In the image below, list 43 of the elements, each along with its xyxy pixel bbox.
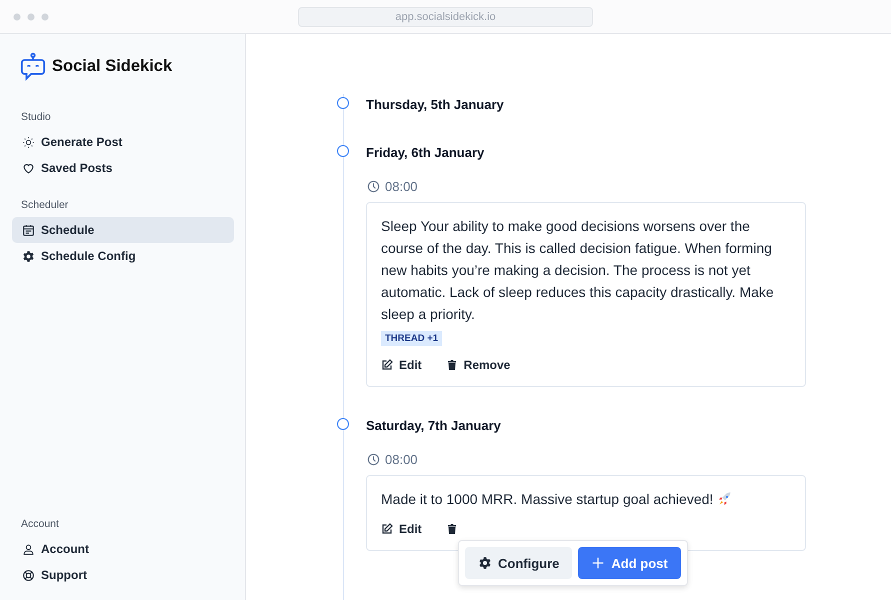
edit-button[interactable]: Edit xyxy=(381,522,422,536)
clock-icon xyxy=(367,453,380,466)
calendar-icon xyxy=(22,224,35,236)
gear-icon xyxy=(22,250,35,262)
section-heading: Account xyxy=(20,518,60,530)
post-time: 08:00 xyxy=(385,179,418,194)
rocket-icon xyxy=(717,491,734,507)
date-heading: Saturday, 7th January xyxy=(366,418,501,432)
trash-icon xyxy=(446,359,458,371)
brand-name: Social Sidekick xyxy=(52,57,172,76)
window-controls-icon xyxy=(13,12,49,20)
edit-icon xyxy=(381,523,393,535)
timeline-dot xyxy=(337,97,349,109)
edit-button[interactable]: Edit xyxy=(381,358,422,372)
sidebar-item[interactable]: Schedule Config xyxy=(12,243,234,269)
sun-icon xyxy=(22,136,35,148)
sidebar-item[interactable]: Schedule xyxy=(12,217,234,243)
timeline-dot xyxy=(337,418,349,430)
lifebuoy-icon xyxy=(22,568,35,582)
sidebar-item[interactable]: Support xyxy=(12,562,234,588)
section-heading: Studio xyxy=(20,111,52,123)
edit-icon xyxy=(381,359,393,371)
add-post-button[interactable]: Add post xyxy=(578,547,681,579)
plus-icon xyxy=(591,556,606,570)
user-icon xyxy=(22,542,35,556)
post-time: 08:00 xyxy=(385,452,418,467)
clock-icon xyxy=(367,180,380,193)
sidebar-item[interactable]: Saved Posts xyxy=(12,155,234,181)
date-heading: Thursday, 5th January xyxy=(366,96,504,112)
gear-icon xyxy=(478,556,492,570)
date-heading: Friday, 6th January xyxy=(366,144,484,160)
heart-icon xyxy=(22,162,35,174)
section-heading: Scheduler xyxy=(20,199,70,211)
sidebar-item[interactable]: Account xyxy=(12,536,234,562)
thread-badge: THREAD +1 xyxy=(381,331,442,346)
trash-icon[interactable] xyxy=(446,523,458,535)
configure-button[interactable]: Configure xyxy=(465,547,572,579)
post-text: Sleep Your ability to make good decisions worsens over the course of the day. This is called decision fatigue. When forming new habits you’re making a decision. The process is not yet automatic. Lack of sleep reduces this capacity drastically. Make sleep a priority. xyxy=(381,217,775,324)
robot-chat-logo-icon xyxy=(20,52,46,81)
remove-button[interactable]: Remove xyxy=(446,358,510,372)
timeline-dot xyxy=(337,145,349,157)
post-text: Made it to 1000 MRR. Massive startup goal achieved! xyxy=(381,490,714,509)
sidebar-item[interactable]: Generate Post xyxy=(12,129,234,155)
